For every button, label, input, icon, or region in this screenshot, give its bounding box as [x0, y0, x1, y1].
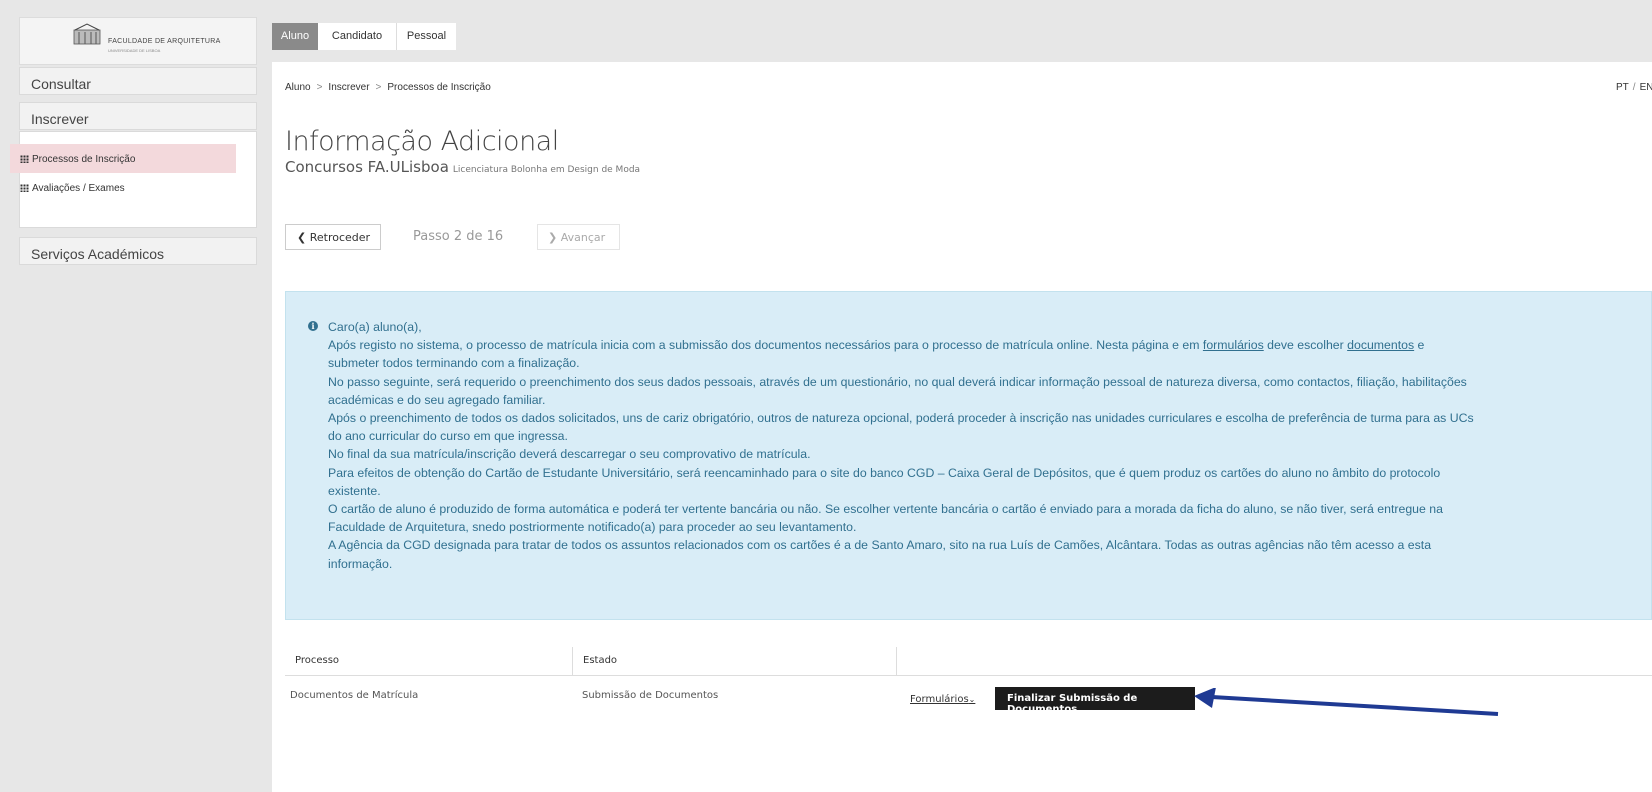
alert-text-span: Após registo no sistema, o processo de m… [328, 338, 1203, 353]
alert-line: Faculdade de Arquitetura, snedo postrior… [328, 520, 857, 535]
alert-line: Após o preenchimento de todos os dados s… [328, 411, 1474, 426]
documentos-link[interactable]: documentos [1347, 338, 1414, 352]
alert-text-span: deve escolher [1263, 338, 1348, 353]
info-icon: i [308, 321, 318, 331]
breadcrumb-aluno[interactable]: Aluno [285, 82, 311, 93]
building-logo-icon [73, 23, 101, 45]
grid-icon [20, 184, 29, 192]
lang-pt[interactable]: PT [1616, 82, 1629, 93]
alert-line: Para efeitos de obtenção do Cartão de Es… [328, 465, 1441, 480]
sidebar-item-servicos-academicos[interactable]: Serviços Académicos [19, 237, 257, 265]
alert-line: O cartão de aluno é produzido de forma a… [328, 502, 1443, 517]
annotation-arrow-icon [1194, 688, 1499, 716]
alert-line: do ano curricular do curso em que ingres… [328, 429, 568, 444]
column-header-actions [896, 647, 1652, 675]
breadcrumb-separator: > [316, 82, 323, 93]
column-header-processo: Processo [295, 655, 340, 666]
sidebar-item-processos-inscricao[interactable]: Processos de Inscrição [10, 144, 236, 173]
next-button-label: Avançar [560, 231, 606, 244]
tab-candidato[interactable]: Candidato [318, 23, 396, 50]
sidebar-item-inscrever[interactable]: Inscrever [19, 102, 257, 130]
breadcrumb-processos: Processos de Inscrição [387, 82, 491, 93]
language-switcher: PT / EN [1616, 82, 1652, 93]
alert-line: informação. [328, 556, 393, 571]
subtitle-course: Licenciatura Bolonha em Design de Moda [452, 165, 641, 175]
breadcrumb-inscrever[interactable]: Inscrever [328, 82, 369, 93]
alert-text-span: e [1414, 338, 1425, 353]
formularios-label: Formulários [910, 694, 969, 705]
table-divider [285, 675, 1652, 676]
sidebar-item-consultar[interactable]: Consultar [19, 67, 257, 95]
page-title: Informação Adicional [285, 126, 559, 157]
tab-pessoal[interactable]: Pessoal [396, 23, 456, 50]
chevron-right-icon: ❯ [548, 231, 558, 244]
alert-line: submeter todos terminando com a finaliza… [328, 356, 580, 371]
sidebar-item-label: Processos de Inscrição [32, 154, 136, 165]
chevron-left-icon: ❮ [297, 231, 307, 244]
alert-line: académicas e do seu agregado familiar. [328, 392, 546, 407]
breadcrumb-separator: > [375, 82, 382, 93]
step-indicator: Passo 2 de 16 [413, 229, 504, 244]
top-tab-bar [272, 0, 1652, 62]
back-button-label: Retroceder [309, 231, 371, 244]
info-alert-text: Caro(a) aluno(a), Após registo no sistem… [328, 318, 1652, 573]
alert-line: No final da sua matrícula/inscrição deve… [328, 447, 811, 462]
lang-separator: / [1632, 82, 1636, 93]
faculty-logo[interactable]: FACULDADE DE ARQUITETURA UNIVERSIDADE DE… [19, 17, 257, 65]
alert-line: Caro(a) aluno(a), [328, 320, 422, 334]
breadcrumb: Aluno > Inscrever > Processos de Inscrição [285, 82, 491, 93]
lang-en[interactable]: EN [1640, 82, 1652, 93]
alert-line: A Agência da CGD designada para tratar d… [328, 538, 1432, 553]
page-subtitle: Concursos FA.ULisboa Licenciatura Bolonha… [285, 158, 640, 176]
back-button[interactable]: ❮ Retroceder [285, 224, 381, 250]
cell-processo: Documentos de Matrícula [290, 690, 419, 701]
sidebar-item-avaliacoes-exames[interactable]: Avaliações / Exames [10, 173, 236, 202]
next-button[interactable]: ❯ Avançar [537, 224, 620, 250]
formularios-link[interactable]: formulários [1203, 338, 1264, 352]
grid-icon [20, 155, 29, 163]
sidebar-item-label: Avaliações / Exames [32, 183, 125, 194]
cell-estado: Submissão de Documentos [582, 690, 719, 701]
subtitle-contest: Concursos FA.ULisboa [285, 158, 449, 176]
alert-line: existente. [328, 483, 381, 498]
tab-aluno[interactable]: Aluno [272, 23, 318, 50]
logo-text: FACULDADE DE ARQUITETURA [108, 38, 221, 45]
finalizar-submissao-button[interactable]: Finalizar Submissão de Documentos [995, 687, 1195, 715]
column-header-estado: Estado [572, 647, 896, 675]
chevron-down-icon: ⌄ [968, 695, 976, 704]
alert-line: No passo seguinte, será requerido o pree… [328, 374, 1467, 389]
formularios-dropdown[interactable]: Formulários⌄ [910, 694, 975, 705]
logo-subtext: UNIVERSIDADE DE LISBOA [108, 48, 161, 53]
alert-line: Após registo no sistema, o processo de m… [328, 336, 1652, 354]
